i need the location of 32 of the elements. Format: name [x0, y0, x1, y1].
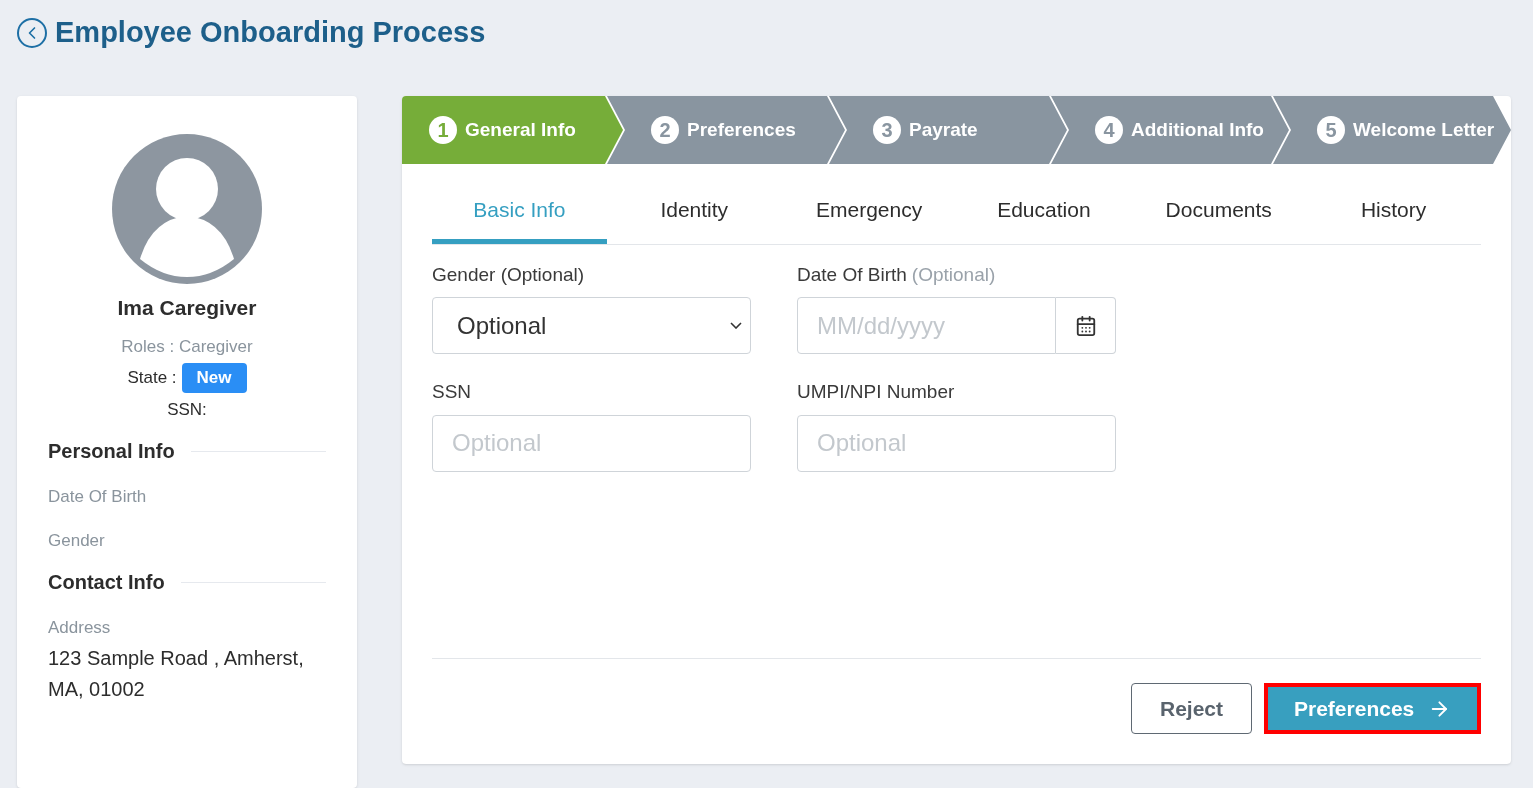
tab[interactable]: Emergency [781, 178, 957, 244]
calendar-button[interactable] [1056, 297, 1116, 354]
date-field[interactable]: MM/dd/yyyy [797, 297, 1056, 354]
field-hint: (Optional) [911, 263, 996, 285]
info-value: 123 Sample Road , Amherst, MA, 01002 [48, 645, 305, 702]
page-title: Employee Onboarding Process [55, 15, 486, 51]
field-label: Date Of Birth [797, 263, 907, 285]
tab[interactable]: Education [956, 178, 1132, 244]
info-label: Address [48, 617, 112, 639]
gender-select[interactable]: Optional [432, 297, 751, 354]
field-label: UMPI/NPI Number [797, 381, 955, 402]
info-label: Date Of Birth [48, 486, 148, 508]
tab[interactable]: Documents [1131, 178, 1307, 244]
field-label: SSN [432, 381, 472, 402]
profile-roles: Roles : Caregiver [120, 335, 254, 358]
info-label: Gender [48, 529, 106, 552]
ssn-label: SSN: [166, 398, 208, 421]
tab[interactable]: History [1306, 178, 1481, 244]
state-badge: New [181, 363, 247, 393]
field-label: Gender (Optional) [432, 263, 585, 285]
text-field[interactable]: Optional [797, 414, 1116, 472]
calendar-icon [1074, 314, 1097, 337]
back-icon[interactable] [17, 18, 47, 48]
state-label: State : [127, 367, 177, 389]
tab[interactable]: Identity [606, 178, 782, 244]
chevron-down-icon [730, 322, 742, 329]
profile-name: Ima Caregiver [116, 295, 258, 321]
section-title: Personal Info [48, 439, 175, 464]
avatar-icon [112, 134, 262, 284]
reject-button[interactable]: Reject [1130, 683, 1252, 734]
text-field[interactable]: Optional [432, 414, 751, 472]
section-title: Contact Info [48, 570, 165, 595]
